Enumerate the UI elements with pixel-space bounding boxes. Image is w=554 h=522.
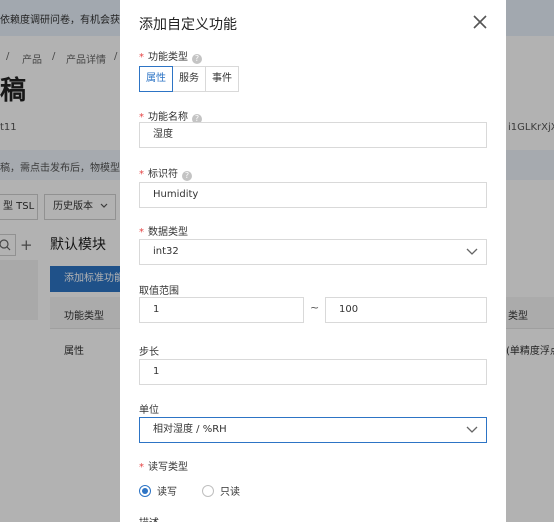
- add-custom-function-dialog: 添加自定义功能 * 功能类型? 属性 服务 事件 * 功能名称? 湿度 * 标识符? …: [120, 0, 506, 522]
- function-type-event[interactable]: 事件: [205, 66, 239, 92]
- data-type-label: * 数据类型: [139, 227, 188, 238]
- radio-selected-icon: [139, 484, 151, 497]
- range-separator: ~: [310, 301, 320, 314]
- step-label: 步长: [139, 347, 159, 358]
- identifier-input[interactable]: Humidity: [139, 182, 487, 208]
- identifier-label: * 标识符?: [139, 165, 192, 181]
- unit-value: 相对湿度 / %RH: [153, 424, 227, 435]
- function-type-label: * 功能类型?: [139, 48, 202, 64]
- function-name-input[interactable]: 湿度: [139, 122, 487, 148]
- close-icon[interactable]: [470, 12, 490, 32]
- range-max-input[interactable]: 100: [325, 297, 487, 323]
- rw-type-label: * 读写类型: [139, 462, 188, 473]
- unit-select[interactable]: 相对湿度 / %RH: [139, 417, 487, 443]
- description-label: 描述: [139, 514, 159, 522]
- function-type-selector: 属性 服务 事件: [139, 66, 239, 92]
- data-type-select[interactable]: int32: [139, 239, 487, 265]
- dialog-title: 添加自定义功能: [139, 17, 237, 33]
- rw-type-readwrite-radio[interactable]: 读写: [139, 483, 177, 498]
- chevron-down-icon: [466, 248, 478, 255]
- function-type-property[interactable]: 属性: [139, 66, 173, 92]
- help-icon[interactable]: ?: [192, 54, 202, 64]
- value-range-label: 取值范围: [139, 286, 179, 297]
- data-type-value: int32: [153, 246, 179, 257]
- step-input[interactable]: 1: [139, 359, 487, 385]
- radio-unselected-icon: [202, 484, 214, 497]
- chevron-down-icon: [466, 426, 478, 433]
- unit-label: 单位: [139, 405, 159, 416]
- rw-type-readonly-radio[interactable]: 只读: [202, 483, 240, 498]
- help-icon[interactable]: ?: [182, 171, 192, 181]
- range-min-input[interactable]: 1: [139, 297, 304, 323]
- function-type-service[interactable]: 服务: [172, 66, 206, 92]
